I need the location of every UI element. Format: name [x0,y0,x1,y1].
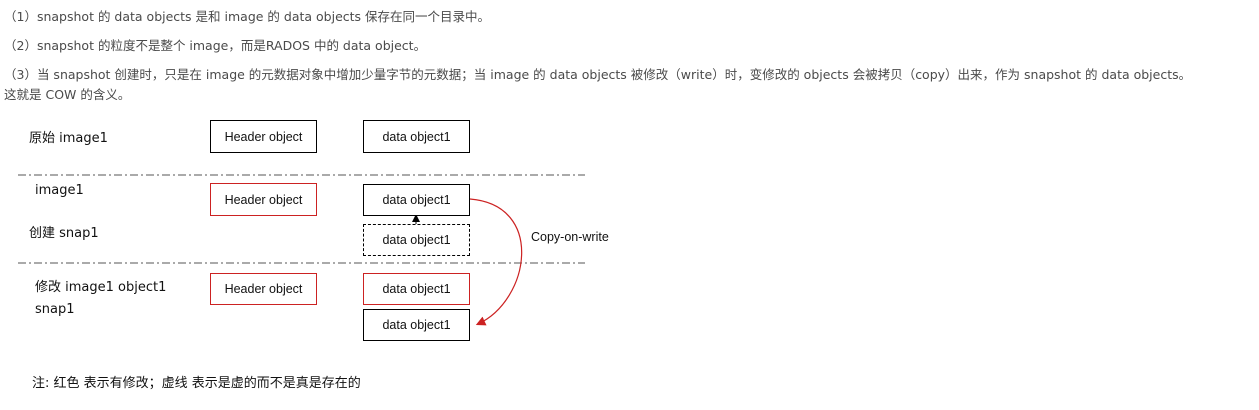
row3-modify-label: 修改 image1 object1 [35,280,167,295]
copy-on-write-label: Copy-on-write [531,230,609,244]
row2-snap-data-object: data object1 [363,224,470,256]
row1-header-object: Header object [210,120,317,153]
legend-note: 注: 红色 表示有修改；虚线 表示是虚的而不是真是存在的 [32,376,361,391]
row3-data-object: data object1 [363,273,470,305]
diagram-lines [18,174,585,326]
row3-snap-label: snap1 [35,302,75,317]
row2-snap-label: 创建 snap1 [29,226,99,241]
row3-header-object: Header object [210,273,317,305]
row1-label: 原始 image1 [29,131,108,146]
row2-image-label: image1 [35,183,84,198]
row3-snap-data-object: data object1 [363,309,470,341]
row2-header-object: Header object [210,183,317,216]
row1-data-object: data object1 [363,120,470,153]
copy-on-write-arrow [469,198,523,326]
row2-data-object: data object1 [363,184,470,216]
